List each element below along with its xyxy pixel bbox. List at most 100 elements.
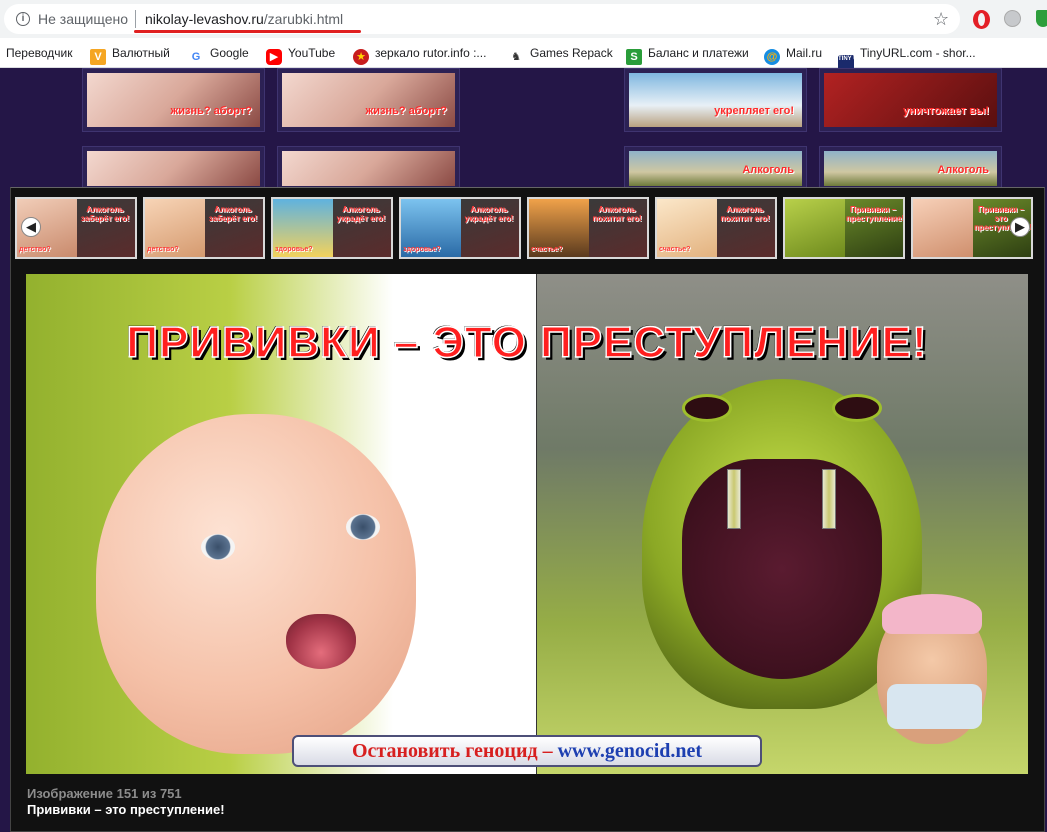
skype-icon: S — [626, 49, 642, 65]
banner-text-red: Остановить геноцид – — [351, 740, 553, 762]
thumbnail[interactable]: здоровье? Алкоголь украдёт его! — [271, 197, 393, 259]
gallery-tile[interactable]: Алкоголь — [819, 146, 1002, 191]
thumbnail-left-caption: здоровье? — [403, 246, 441, 253]
thumbnail-left-caption: счастье? — [659, 246, 691, 253]
thumbnail[interactable]: здоровье? Алкоголь украдёт его! — [399, 197, 521, 259]
lightbox: детство? Алкоголь заберёт его! детство? … — [10, 187, 1045, 832]
tile-caption: Алкоголь — [742, 164, 794, 176]
thumbnail-left-caption: счастье? — [531, 246, 563, 253]
bookmark-label: Games Repack — [530, 46, 613, 60]
repack-icon: ♞ — [511, 51, 521, 63]
chevron-right-icon: ▶ — [1015, 219, 1025, 234]
thumbnail[interactable]: счастье? Алкоголь похитит его! — [655, 197, 777, 259]
bookmark-label: Google — [210, 46, 249, 60]
tile-caption: Алкоголь — [937, 164, 989, 176]
mailru-icon: @ — [764, 49, 780, 65]
shield-extension-icon[interactable] — [1036, 10, 1047, 27]
thumbnails-next-button[interactable]: ▶ — [1010, 217, 1030, 237]
url-path: /zarubki.html — [263, 11, 344, 27]
tile-caption: жизнь? аборт? — [170, 105, 252, 117]
thumbnail-caption: Алкоголь похитит его! — [592, 205, 642, 223]
thumbnail-left-caption: здоровье? — [275, 246, 313, 253]
bookmark-balance[interactable]: S Баланс и платежи — [626, 44, 749, 65]
image-title: Прививки – это преступление! — [27, 802, 225, 817]
thumbnail-caption: Прививки – преступление! — [846, 205, 905, 223]
thumbnail[interactable]: Прививки – преступление! — [783, 197, 905, 259]
omnibox[interactable]: i Не защищено nikolay-levashov.ru/zarubk… — [4, 4, 960, 34]
bookmark-games-repack[interactable]: ♞ Games Repack — [508, 44, 613, 63]
google-icon: G — [191, 51, 201, 63]
url-text[interactable]: nikolay-levashov.ru/zarubki.html — [145, 11, 343, 27]
thumbnail-caption: Алкоголь похитит его! — [720, 205, 770, 223]
tile-image: Алкоголь — [629, 151, 802, 186]
baby-eye — [346, 514, 380, 540]
url-underline-mark — [134, 30, 361, 33]
bookmark-label: Баланс и платежи — [648, 46, 749, 60]
thumbnail-strip: детство? Алкоголь заберёт его! детство? … — [15, 197, 1041, 261]
thumbnails-prev-button[interactable]: ◀ — [21, 217, 41, 237]
tile-image: жизнь? аборт? — [282, 73, 455, 127]
info-icon[interactable]: i — [16, 12, 30, 26]
bookmark-currency[interactable]: V Валютный — [90, 44, 170, 65]
thumbnail-caption: Алкоголь заберёт его! — [208, 205, 258, 223]
thumbnail-left-caption: детство? — [19, 246, 51, 253]
globe-extension-icon[interactable] — [1004, 10, 1021, 27]
bookmark-tinyurl[interactable]: TINY URLTinyURL.com - shor... — [838, 44, 976, 71]
syringe-fang — [727, 469, 741, 529]
gallery-tile[interactable]: жизнь? аборт? — [277, 68, 460, 132]
tile-image: укрепляет его! — [629, 73, 802, 127]
thumbnail[interactable]: детство? Алкоголь заберёт его! — [143, 197, 265, 259]
bookmark-translator[interactable]: Переводчик — [6, 44, 73, 62]
bookmark-label: зеркало rutor.info :... — [375, 46, 487, 60]
omnibox-divider — [135, 10, 136, 28]
bookmark-label: Переводчик — [6, 46, 73, 60]
tile-caption: укрепляет его! — [714, 105, 794, 117]
bookmark-google[interactable]: G Google — [188, 44, 249, 63]
youtube-icon: ▶ — [266, 49, 282, 65]
bookmarks-bar: Переводчик V Валютный G Google ▶ YouTube ★ з… — [0, 38, 1047, 71]
gallery-tile[interactable] — [277, 146, 460, 191]
currency-icon: V — [90, 49, 106, 65]
gallery-tile[interactable]: Алкоголь — [624, 146, 807, 191]
banner-text-blue: www.genocid.net — [557, 740, 703, 762]
thumbnail-caption: Алкоголь украдёт его! — [464, 205, 514, 223]
tile-image: уничтожает вы! — [824, 73, 997, 127]
bookmark-rutor[interactable]: ★ зеркало rutor.info :... — [353, 44, 487, 65]
gallery-tile[interactable] — [82, 146, 265, 191]
snake-eye — [832, 394, 882, 422]
gallery-tile[interactable]: жизнь? аборт? — [82, 68, 265, 132]
thumbnail-left — [785, 199, 845, 257]
tile-image — [282, 151, 455, 186]
baby-cap — [882, 594, 982, 634]
gallery-tile[interactable]: уничтожает вы! — [819, 68, 1002, 132]
bookmark-youtube[interactable]: ▶ YouTube — [266, 44, 335, 65]
url-domain: nikolay-levashov.ru — [145, 11, 264, 27]
bookmark-mailru[interactable]: @ Mail.ru — [764, 44, 822, 65]
rutor-icon: ★ — [353, 49, 369, 65]
bookmark-label: Валютный — [112, 46, 170, 60]
bookmark-star-icon[interactable]: ☆ — [933, 8, 949, 30]
snake-mouth — [682, 459, 882, 679]
baby-eye — [201, 534, 235, 560]
image-headline: ПРИВИВКИ – ЭТО ПРЕСТУПЛЕНИЕ! — [126, 317, 928, 368]
snake-eye — [682, 394, 732, 422]
tile-caption: жизнь? аборт? — [365, 105, 447, 117]
thumbnail-left — [913, 199, 973, 257]
opera-extension-icon[interactable] — [973, 10, 990, 29]
gallery-tile[interactable]: укрепляет его! — [624, 68, 807, 132]
genocid-banner: Остановить геноцид – www.genocid.net — [292, 735, 762, 767]
thumbnail[interactable]: счастье? Алкоголь похитит его! — [527, 197, 649, 259]
chevron-left-icon: ◀ — [26, 219, 36, 234]
syringe-fang — [822, 469, 836, 529]
main-image[interactable]: ПРИВИВКИ – ЭТО ПРЕСТУПЛЕНИЕ! Остановить … — [26, 274, 1028, 774]
tile-image: жизнь? аборт? — [87, 73, 260, 127]
security-indicator[interactable]: Не защищено — [38, 11, 128, 27]
baby-face — [96, 414, 416, 754]
tile-image: Алкоголь — [824, 151, 997, 186]
thumbnail-left-caption: детство? — [147, 246, 179, 253]
address-bar: i Не защищено nikolay-levashov.ru/zarubk… — [0, 0, 1047, 38]
tile-caption: уничтожает вы! — [902, 105, 989, 117]
image-counter: Изображение 151 из 751 — [27, 786, 182, 801]
bookmark-label: TinyURL.com - shor... — [860, 46, 976, 60]
face-mask — [887, 684, 982, 729]
